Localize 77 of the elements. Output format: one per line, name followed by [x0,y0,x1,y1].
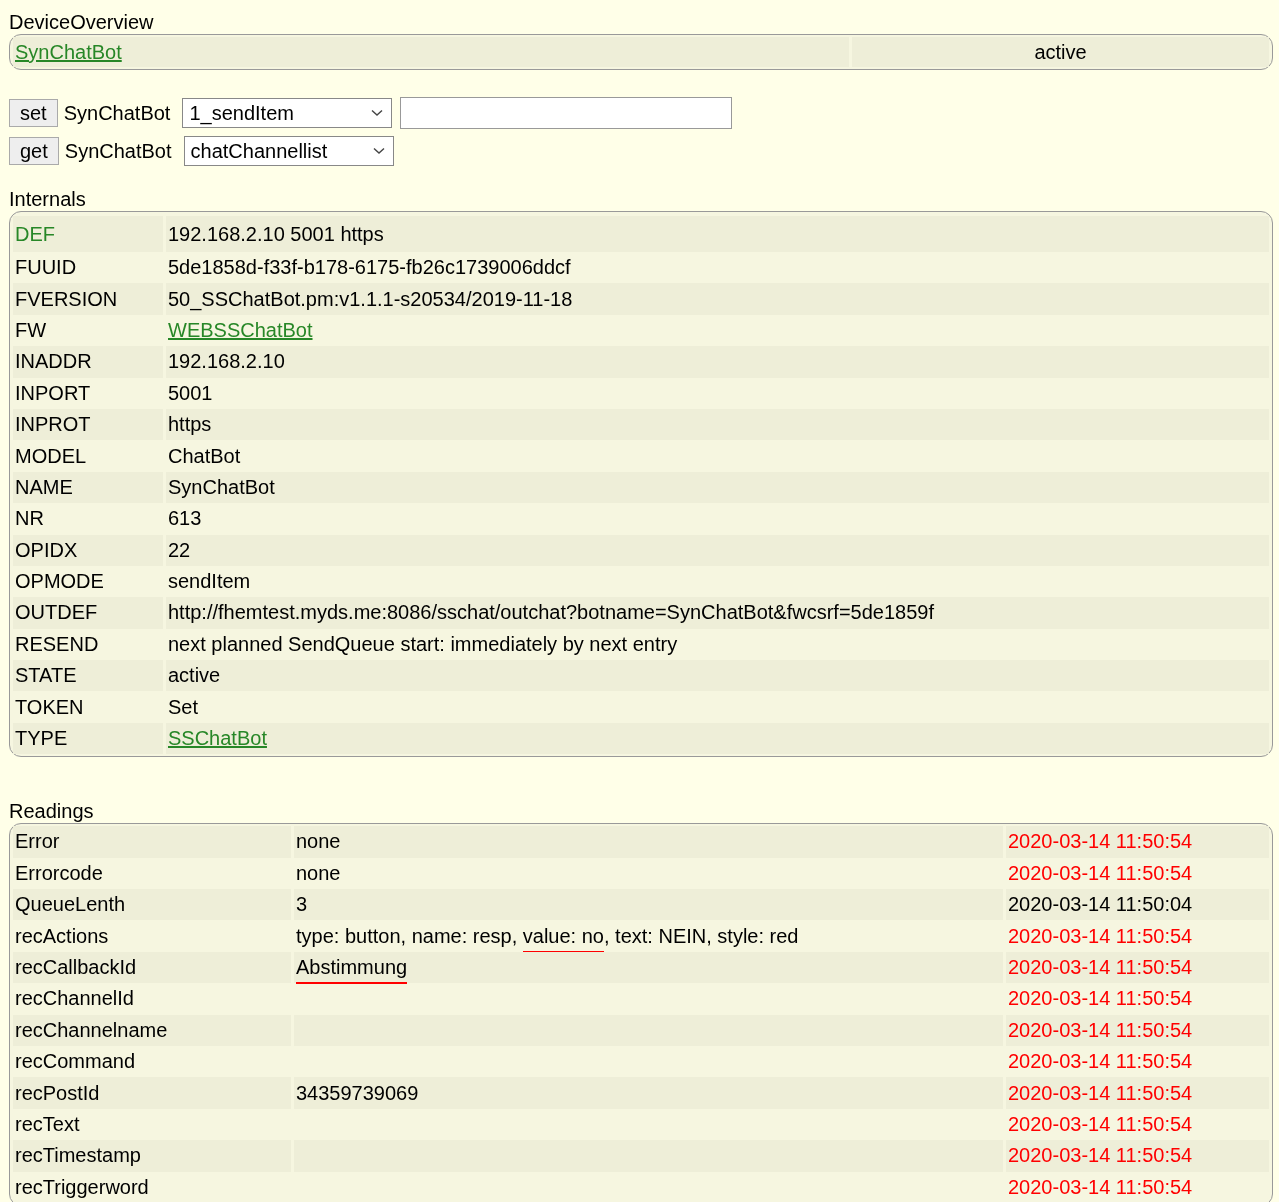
internal-value: 5de1858d-f33f-b178-6175-fb26c1739006ddcf [168,256,571,280]
internal-value: 613 [168,507,202,531]
internal-value: next planned SendQueue start: immediately by next entry [168,632,678,656]
reading-name: recTriggerword [15,1175,149,1199]
reading-timestamp: 2020-03-14 11:50:54 [1008,956,1193,979]
internal-value: Set [168,695,199,719]
reading-name: recChannelId [15,987,134,1011]
internal-name: INPORT [15,381,91,405]
internal-name: NR [15,507,44,531]
section-title: Readings [9,799,95,824]
chevron-down-icon [371,109,384,117]
reading-value: none [294,826,1003,858]
command-button[interactable]: set [9,99,58,127]
reading-timestamp: 2020-03-14 11:50:54 [1008,1144,1193,1168]
internal-name: OUTDEF [15,601,98,625]
internal-value: 5001 [168,381,213,405]
internal-value: 22 [168,538,191,562]
reading-timestamp: 2020-03-14 11:50:54 [1008,861,1193,885]
reading-name: recText [15,1112,80,1136]
internal-name: FVERSION [15,287,118,311]
device-name: SynChatBot [64,139,172,163]
section-title: DeviceOverview [9,10,155,34]
internal-value: ChatBot [168,444,241,468]
internal-value: 192.168.2.10 [168,350,285,374]
internal-value: sendItem [168,570,251,594]
internal-name: FUUID [15,256,77,280]
internal-name: RESEND [15,632,99,656]
reading-name: recCallbackId [15,956,137,979]
internal-value: active [168,664,221,688]
reading-timestamp: 2020-03-14 11:50:54 [1008,1050,1193,1074]
input-field[interactable] [400,97,733,129]
reading-timestamp: 2020-03-14 11:50:04 [1008,893,1193,917]
reading-name: Errorcode [15,861,103,885]
section-title: Internals [9,187,87,211]
reading-name: QueueLenth [15,893,126,917]
internal-value: SynChatBot [168,475,275,499]
reading-name: Error [15,830,60,854]
command-dropdown[interactable]: 1_sendItem [182,98,393,128]
device-link[interactable]: SynChatBot [15,40,122,64]
internal-name: INADDR [15,350,92,374]
device-name: SynChatBot [63,101,171,125]
internal-value-link[interactable]: SSChatBot [168,727,267,751]
reading-timestamp: 2020-03-14 11:50:54 [1008,830,1193,854]
internal-name: OPMODE [15,570,104,594]
internal-name: FW [15,318,47,342]
internal-value: 192.168.2.10 5001 https [168,222,384,246]
reading-name: recPostId [15,1081,100,1105]
reading-name: recChannelname [15,1018,168,1042]
reading-value: Abstimmung [294,951,1003,984]
reading-timestamp: 2020-03-14 11:50:54 [1008,1112,1193,1136]
internal-name-link[interactable]: DEF [15,222,55,246]
reading-name: recCommand [15,1050,136,1074]
internal-value: http://fhemtest.myds.me:8086/sschat/outchat?botname=SynChatBot&fwcsrf=5de1859f [168,601,934,625]
device-state: active [852,37,1269,67]
chevron-down-icon [372,147,385,155]
internal-name: STATE [15,664,77,688]
reading-name: recTimestamp [15,1144,141,1168]
reading-name: recActions [15,924,109,948]
internal-name: MODEL [15,444,87,468]
reading-timestamp: 2020-03-14 11:50:54 [1008,1081,1193,1105]
internal-value: https [168,413,212,437]
reading-value: 34359739069 [294,1077,1003,1109]
internal-name: TYPE [15,727,68,751]
reading-timestamp: 2020-03-14 11:50:54 [1008,1175,1193,1199]
command-dropdown[interactable]: chatChannellist [183,136,394,166]
internal-name: INPROT [15,413,91,437]
reading-value: 3 [294,889,1003,921]
reading-timestamp: 2020-03-14 11:50:54 [1008,987,1193,1011]
reading-value: none [295,860,342,886]
reading-timestamp: 2020-03-14 11:50:54 [1008,1018,1193,1042]
internal-value-link[interactable]: WEBSSChatBot [168,318,313,342]
internal-name: TOKEN [15,695,84,719]
internal-name: NAME [15,475,73,499]
internal-name: OPIDX [15,538,78,562]
command-button[interactable]: get [9,137,59,165]
internal-value: 50_SSChatBot.pm:v1.1.1-s20534/2019-11-18 [168,287,573,311]
reading-timestamp: 2020-03-14 11:50:54 [1008,924,1193,948]
